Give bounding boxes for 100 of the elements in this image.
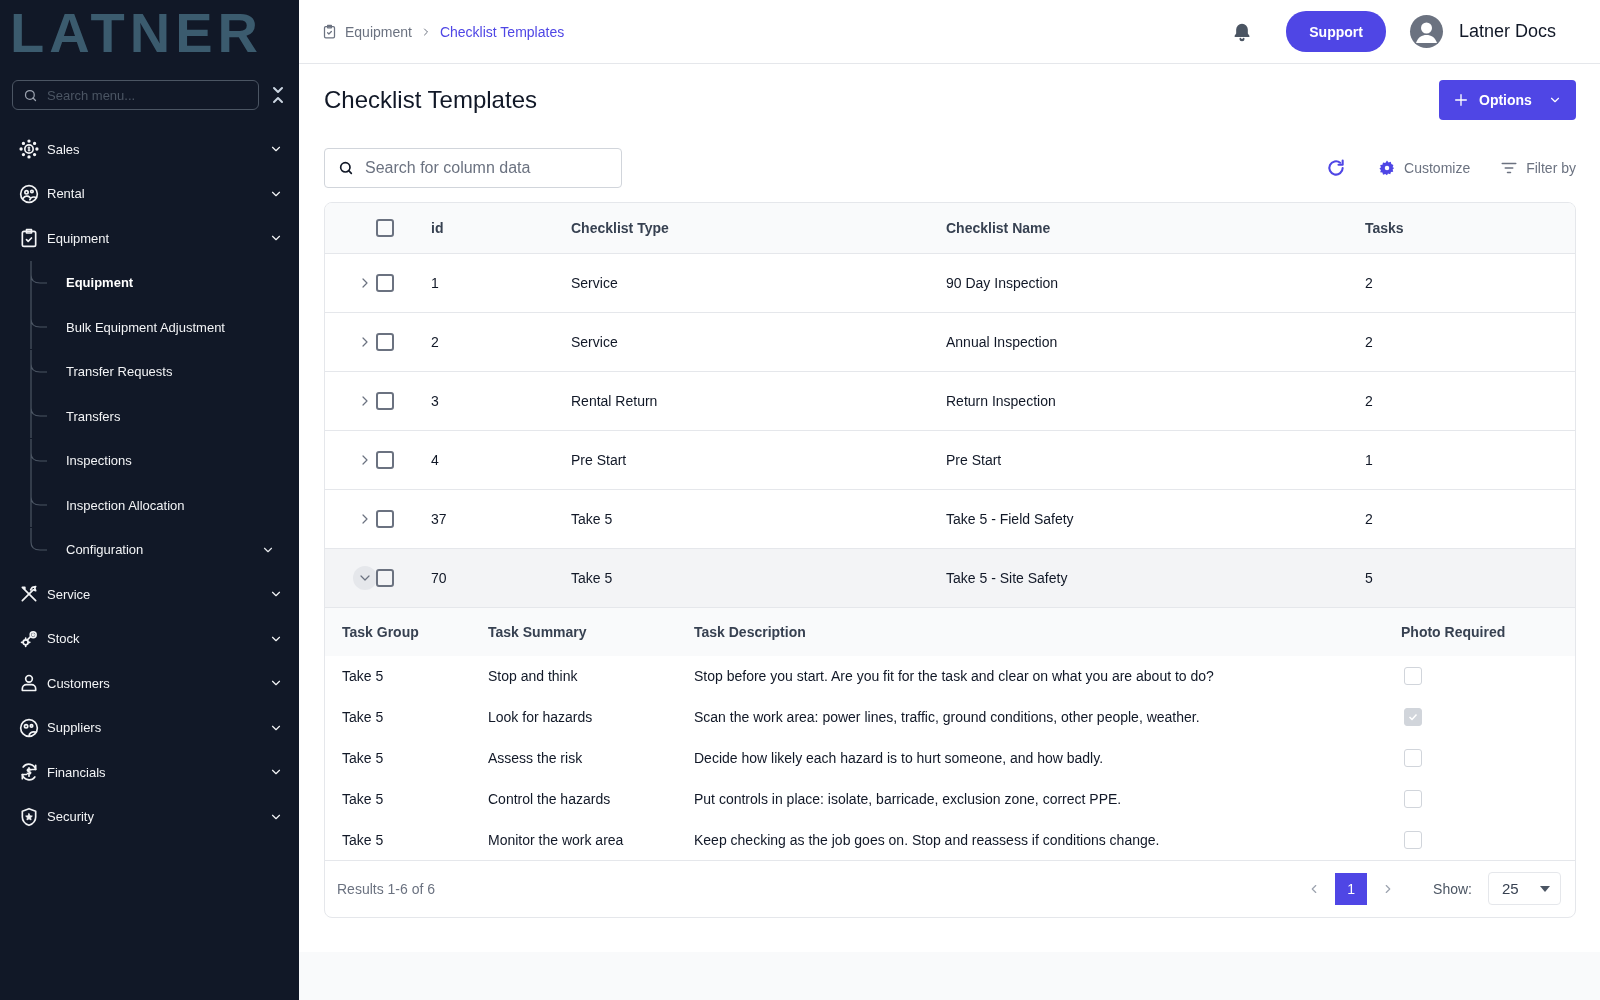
page-size-select[interactable]: 25 bbox=[1488, 872, 1561, 906]
table-cell-text: 2 bbox=[1365, 334, 1374, 350]
table-cell-text: Rental Return bbox=[571, 393, 659, 409]
table-cell-text: Take 5 bbox=[342, 790, 385, 807]
table-cell-text: Return Inspection bbox=[946, 393, 1057, 409]
submenu-item[interactable]: Bulk Equipment Adjustment bbox=[0, 305, 299, 350]
column-header[interactable]: Tasks bbox=[1365, 220, 1575, 236]
sidebar-item[interactable]: Sales bbox=[0, 127, 299, 172]
sidebar-item[interactable]: Stock bbox=[0, 616, 299, 661]
tree-line bbox=[30, 438, 48, 483]
page-title: Checklist Templates bbox=[324, 86, 537, 114]
table-cell-text: Decide how likely each hazard is to hurt someone, and how badly. bbox=[694, 750, 1105, 766]
tree-line bbox=[30, 349, 48, 394]
page-button[interactable]: 1 bbox=[1335, 873, 1368, 905]
table-cell-text: Monitor the work area bbox=[488, 831, 625, 848]
column-header: Task Summary bbox=[488, 624, 588, 640]
avatar-icon[interactable] bbox=[1409, 15, 1443, 48]
clipboard-icon bbox=[322, 24, 337, 39]
table-cell-text: Keep checking as the job goes on. Stop and reassess if conditions change. bbox=[694, 831, 1161, 848]
table-cell-text: Take 5 bbox=[342, 831, 385, 848]
tree-line bbox=[30, 394, 48, 438]
sidebar-item[interactable]: Service bbox=[0, 572, 299, 617]
table-cell-text: 37 bbox=[431, 511, 448, 527]
logo: LATNER bbox=[9, 0, 263, 66]
checkbox[interactable] bbox=[376, 392, 394, 410]
options-button[interactable]: Options bbox=[1439, 80, 1576, 120]
show-label: Show: bbox=[1433, 881, 1472, 897]
search-field[interactable]: Search menu... bbox=[12, 80, 259, 110]
clipboard-check-icon bbox=[19, 228, 39, 249]
table-cell-text: Pre Start bbox=[571, 452, 628, 468]
table-cell-text: Look for hazards bbox=[488, 709, 594, 726]
submenu-item[interactable]: Transfers bbox=[0, 394, 299, 439]
sidebar-item[interactable]: Rental bbox=[0, 171, 299, 216]
dollar-cycle-icon bbox=[19, 762, 39, 783]
checkbox[interactable] bbox=[376, 274, 394, 292]
table-cell-text: Take 5 bbox=[342, 709, 385, 726]
table-cell-text: Put controls in place: isolate, barricade, exclusion zone, correct PPE. bbox=[694, 790, 1123, 807]
column-header[interactable]: Checklist Name bbox=[946, 220, 1365, 236]
table-cell-text: Stop and think bbox=[488, 668, 579, 685]
column-header: Task Group bbox=[342, 624, 420, 640]
checkbox[interactable] bbox=[376, 451, 394, 469]
table-cell-text: 5 bbox=[1365, 570, 1374, 586]
checkbox[interactable] bbox=[376, 510, 394, 528]
people-circle-icon bbox=[19, 183, 39, 204]
expand-button[interactable] bbox=[353, 566, 377, 590]
customize-button[interactable]: Customize bbox=[1378, 159, 1471, 177]
submenu-item[interactable]: Inspection Allocation bbox=[0, 483, 299, 528]
sidebar-item[interactable]: Suppliers bbox=[0, 705, 299, 750]
gears-icon bbox=[19, 628, 39, 649]
submenu-item[interactable]: Inspections bbox=[0, 438, 299, 483]
table-cell-text: 2 bbox=[431, 334, 440, 350]
support-button[interactable]: Support bbox=[1286, 11, 1386, 52]
table-cell-text: 1 bbox=[431, 275, 440, 291]
sidebar-item[interactable]: Security bbox=[0, 794, 299, 839]
table-cell-text: 2 bbox=[1365, 275, 1374, 291]
column-header[interactable]: id bbox=[431, 220, 571, 236]
table-cell-text: Control the hazards bbox=[488, 790, 612, 807]
table-cell-text: 2 bbox=[1365, 511, 1374, 527]
filter-button[interactable]: Filter by bbox=[1500, 159, 1576, 177]
submenu-item[interactable]: Transfer Requests bbox=[0, 349, 299, 394]
refresh-icon[interactable] bbox=[1326, 158, 1347, 178]
column-header: Photo Required bbox=[1401, 624, 1507, 640]
breadcrumb-link[interactable]: Checklist Templates bbox=[439, 23, 565, 40]
submenu-item[interactable]: Configuration bbox=[0, 527, 299, 572]
table-cell-text: Take 5 bbox=[571, 570, 614, 586]
table-cell-text: Take 5 - Field Safety bbox=[946, 511, 1075, 527]
table-cell-text: Take 5 bbox=[571, 511, 614, 527]
checkbox[interactable] bbox=[376, 333, 394, 351]
tools-icon bbox=[19, 584, 39, 605]
user-name[interactable]: Latner Docs bbox=[1458, 21, 1556, 42]
table-cell-text: 2 bbox=[1365, 393, 1374, 409]
checkbox[interactable] bbox=[376, 569, 394, 587]
column-header[interactable]: Checklist Type bbox=[571, 220, 946, 236]
sidebar-item[interactable]: Financials bbox=[0, 750, 299, 795]
table-cell-text: Take 5 bbox=[342, 750, 385, 766]
shield-star-icon bbox=[19, 806, 39, 827]
table-cell-text: 90 Day Inspection bbox=[946, 275, 1060, 291]
search-icon bbox=[23, 88, 38, 103]
table-cell-text: Assess the risk bbox=[488, 750, 584, 766]
coin-icon bbox=[19, 139, 39, 160]
table-cell-text: 1 bbox=[1365, 452, 1374, 468]
table-cell-text: Pre Start bbox=[946, 452, 1003, 468]
sidebar-item[interactable]: Equipment bbox=[0, 216, 299, 261]
collapse-icon[interactable] bbox=[271, 85, 285, 105]
breadcrumb-link[interactable]: Equipment bbox=[345, 23, 412, 40]
table-cell-text: Annual Inspection bbox=[946, 334, 1059, 350]
table-cell-text: 4 bbox=[431, 452, 440, 468]
table-cell-text: Take 5 bbox=[342, 668, 385, 685]
submenu-item[interactable]: Equipment bbox=[0, 260, 299, 305]
caret-icon bbox=[1540, 886, 1550, 892]
results-count: Results 1-6 of 6 bbox=[337, 881, 436, 897]
table-cell-text: Service bbox=[571, 275, 619, 291]
plus-icon bbox=[1453, 92, 1469, 108]
sidebar-item[interactable]: Customers bbox=[0, 661, 299, 706]
table-cell-text: 3 bbox=[431, 393, 440, 409]
gear-icon bbox=[1378, 159, 1397, 177]
column-header: Task Description bbox=[694, 624, 807, 640]
table-cell-text: Stop before you start. Are you fit for the task and clear on what you are about to do? bbox=[694, 668, 1215, 685]
checkbox[interactable] bbox=[376, 219, 394, 237]
tree-line bbox=[30, 305, 48, 349]
